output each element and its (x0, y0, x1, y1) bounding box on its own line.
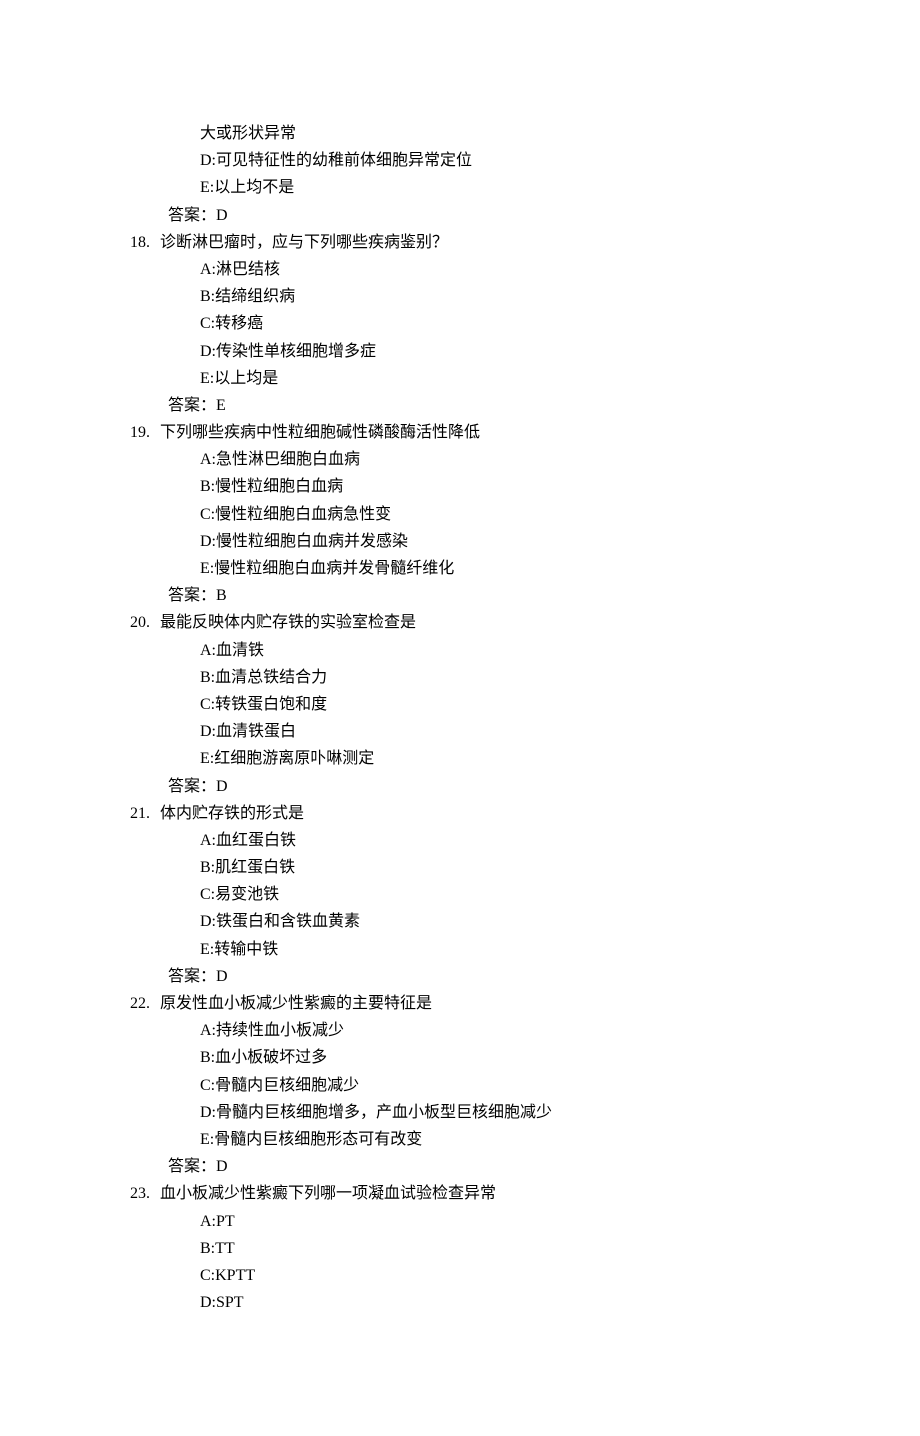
q18-stem: 18. 诊断淋巴瘤时，应与下列哪些疾病鉴别？ (130, 229, 790, 256)
q19-answer: 答案：B (168, 582, 790, 609)
q20-option-c: C:转铁蛋白饱和度 (200, 691, 790, 718)
q22-option-c: C:骨髓内巨核细胞减少 (200, 1072, 790, 1099)
q23-stem: 23. 血小板减少性紫癜下列哪一项凝血试验检查异常 (130, 1180, 790, 1207)
prev-option-d: D:可见特征性的幼稚前体细胞异常定位 (200, 147, 790, 174)
q21-option-c: C:易变池铁 (200, 881, 790, 908)
q22-answer: 答案：D (168, 1153, 790, 1180)
prev-option-c-continuation: 大或形状异常 (200, 120, 790, 147)
q22-option-e: E:骨髓内巨核细胞形态可有改变 (200, 1126, 790, 1153)
q21-answer: 答案：D (168, 963, 790, 990)
q18-answer: 答案：E (168, 392, 790, 419)
q23-option-d: D:SPT (200, 1289, 790, 1316)
q21-option-b: B:肌红蛋白铁 (200, 854, 790, 881)
q19-option-e: E:慢性粒细胞白血病并发骨髓纤维化 (200, 555, 790, 582)
q20-option-b: B:血清总铁结合力 (200, 664, 790, 691)
page-container: 大或形状异常 D:可见特征性的幼稚前体细胞异常定位 E:以上均不是 答案：D 1… (0, 0, 920, 1436)
q18-option-d: D:传染性单核细胞增多症 (200, 338, 790, 365)
q19-number: 19. (130, 419, 160, 446)
q19-text: 下列哪些疾病中性粒细胞碱性磷酸酶活性降低 (160, 419, 790, 446)
q21-option-e: E:转输中铁 (200, 936, 790, 963)
q18-option-b: B:结缔组织病 (200, 283, 790, 310)
q23-option-c: C:KPTT (200, 1262, 790, 1289)
q22-text: 原发性血小板减少性紫癜的主要特征是 (160, 990, 790, 1017)
q23-number: 23. (130, 1180, 160, 1207)
q19-option-c: C:慢性粒细胞白血病急性变 (200, 501, 790, 528)
q18-option-e: E:以上均是 (200, 365, 790, 392)
prev-answer: 答案：D (168, 202, 790, 229)
q20-option-d: D:血清铁蛋白 (200, 718, 790, 745)
q18-option-c: C:转移癌 (200, 310, 790, 337)
q19-option-b: B:慢性粒细胞白血病 (200, 473, 790, 500)
q20-option-a: A:血清铁 (200, 637, 790, 664)
q21-option-d: D:铁蛋白和含铁血黄素 (200, 908, 790, 935)
q19-option-d: D:慢性粒细胞白血病并发感染 (200, 528, 790, 555)
q21-stem: 21. 体内贮存铁的形式是 (130, 800, 790, 827)
q19-stem: 19. 下列哪些疾病中性粒细胞碱性磷酸酶活性降低 (130, 419, 790, 446)
q20-number: 20. (130, 609, 160, 636)
q18-number: 18. (130, 229, 160, 256)
q23-option-b: B:TT (200, 1235, 790, 1262)
q22-option-b: B:血小板破坏过多 (200, 1044, 790, 1071)
q18-option-a: A:淋巴结核 (200, 256, 790, 283)
q23-text: 血小板减少性紫癜下列哪一项凝血试验检查异常 (160, 1180, 790, 1207)
q22-stem: 22. 原发性血小板减少性紫癜的主要特征是 (130, 990, 790, 1017)
q18-text: 诊断淋巴瘤时，应与下列哪些疾病鉴别？ (160, 229, 790, 256)
q20-stem: 20. 最能反映体内贮存铁的实验室检查是 (130, 609, 790, 636)
q22-option-d: D:骨髓内巨核细胞增多，产血小板型巨核细胞减少 (200, 1099, 790, 1126)
q22-number: 22. (130, 990, 160, 1017)
q22-option-a: A:持续性血小板减少 (200, 1017, 790, 1044)
q20-answer: 答案：D (168, 773, 790, 800)
q21-text: 体内贮存铁的形式是 (160, 800, 790, 827)
q21-option-a: A:血红蛋白铁 (200, 827, 790, 854)
q19-option-a: A:急性淋巴细胞白血病 (200, 446, 790, 473)
q23-option-a: A:PT (200, 1208, 790, 1235)
q20-option-e: E:红细胞游离原卟啉测定 (200, 745, 790, 772)
prev-option-e: E:以上均不是 (200, 174, 790, 201)
q21-number: 21. (130, 800, 160, 827)
q20-text: 最能反映体内贮存铁的实验室检查是 (160, 609, 790, 636)
